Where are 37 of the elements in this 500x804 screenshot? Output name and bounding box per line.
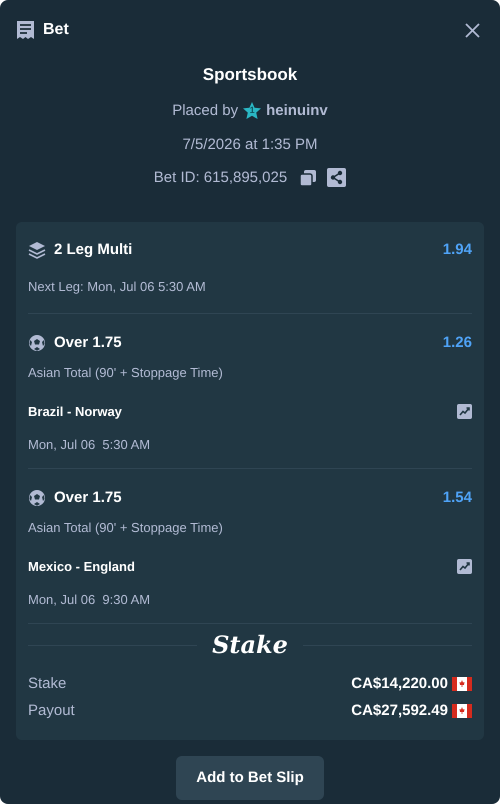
layers-icon — [28, 241, 46, 260]
total-label: Stake — [28, 674, 66, 694]
username-link[interactable]: heinuinv — [266, 100, 328, 122]
market-name: Asian Total (90' + Stoppage Time) — [28, 364, 224, 382]
canada-flag-icon — [452, 677, 472, 692]
next-leg-text: Next Leg: Mon, Jul 06 5:30 AM — [28, 278, 207, 296]
odds-value: 1.54 — [442, 488, 472, 508]
total-amount: CA$27,592.49 — [351, 700, 448, 720]
odds-value: 1.26 — [442, 333, 472, 353]
trend-chart-icon[interactable] — [457, 559, 472, 574]
receipt-icon — [16, 20, 35, 40]
trend-chart-icon[interactable] — [457, 404, 472, 420]
close-icon — [464, 22, 480, 38]
selection-title: Over 1.75 — [54, 333, 122, 353]
share-icon[interactable] — [327, 168, 346, 188]
match-time: Mon, Jul 06 5:30 AM — [28, 436, 152, 454]
placed-by-label: Placed by — [172, 100, 238, 120]
brand-logo: Stake — [212, 629, 288, 661]
selection-title: Over 1.75 — [54, 488, 122, 508]
soccer-ball-icon — [28, 334, 46, 352]
match-time: Mon, Jul 06 9:30 AM — [28, 590, 152, 608]
dialog-title: Bet — [43, 20, 69, 40]
match-name: Mexico - England — [28, 558, 135, 576]
soccer-ball-icon — [28, 489, 46, 508]
placed-date: 7/5/2026 at 1:35 PM — [182, 135, 318, 155]
multi-title: 2 Leg Multi — [54, 240, 132, 260]
match-name: Brazil - Norway — [28, 403, 122, 421]
market-name: Asian Total (90' + Stoppage Time) — [28, 518, 224, 537]
total-label: Payout — [28, 700, 75, 720]
canada-flag-icon — [452, 704, 472, 718]
add-to-bet-slip-button[interactable]: Add to Bet Slip — [176, 756, 324, 800]
copy-icon[interactable] — [299, 168, 318, 187]
bet-source-title: Sportsbook — [202, 64, 298, 86]
total-amount: CA$14,220.00 — [351, 674, 448, 694]
odds-value: 1.94 — [442, 240, 472, 260]
rank-badge: 1 — [242, 100, 262, 121]
bet-id: Bet ID: 615,895,025 — [154, 168, 288, 188]
